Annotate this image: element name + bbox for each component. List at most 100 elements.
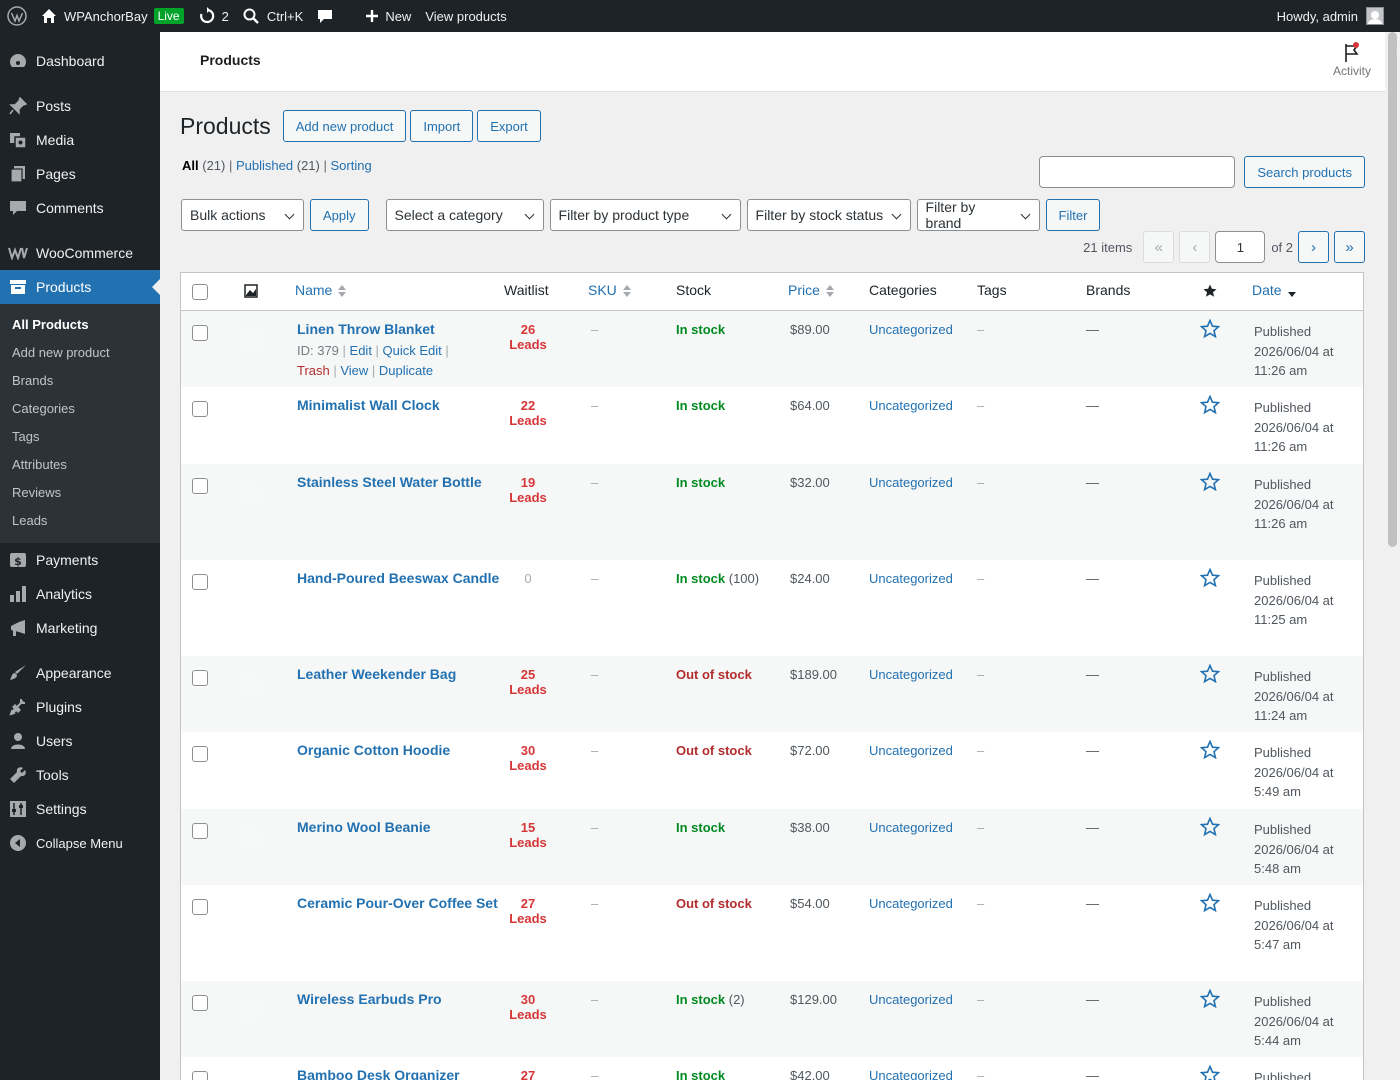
column-name[interactable]: Name — [295, 282, 347, 298]
add-new-product-button[interactable]: Add new product — [282, 110, 407, 142]
wordpress-logo-icon[interactable] — [0, 0, 34, 32]
stock-status-select[interactable]: Filter by stock status — [746, 199, 911, 231]
edit-link[interactable]: Edit — [350, 343, 372, 358]
column-price[interactable]: Price — [788, 282, 834, 298]
last-page-button[interactable]: » — [1334, 231, 1365, 263]
bulk-actions-select[interactable]: Bulk actions — [181, 199, 304, 231]
submenu-brands[interactable]: Brands — [0, 367, 160, 395]
product-name-link[interactable]: Wireless Earbuds Pro — [297, 991, 442, 1007]
scrollbar-thumb[interactable] — [1388, 32, 1400, 547]
submenu-add-new-product[interactable]: Add new product — [0, 339, 160, 367]
waitlist-count[interactable]: 15 Leads — [501, 820, 555, 850]
waitlist-count[interactable]: 26 Leads — [501, 322, 555, 352]
menu-media[interactable]: Media — [0, 123, 160, 157]
category-link[interactable]: Uncategorized — [869, 398, 953, 413]
category-select[interactable]: Select a category — [385, 199, 544, 231]
waitlist-count[interactable]: 0 — [501, 571, 555, 586]
row-checkbox[interactable] — [192, 401, 208, 417]
menu-appearance[interactable]: Appearance — [0, 656, 160, 690]
export-button[interactable]: Export — [477, 110, 541, 142]
product-name-link[interactable]: Bamboo Desk Organizer — [297, 1067, 460, 1080]
menu-dashboard[interactable]: Dashboard — [0, 44, 160, 78]
product-name-link[interactable]: Merino Wool Beanie — [297, 819, 431, 835]
menu-tools[interactable]: Tools — [0, 758, 160, 792]
column-date[interactable]: Date — [1252, 282, 1296, 298]
featured-star-icon[interactable] — [1199, 318, 1221, 342]
comments-link[interactable] — [310, 0, 340, 32]
import-button[interactable]: Import — [410, 110, 474, 142]
category-link[interactable]: Uncategorized — [869, 667, 953, 682]
category-link[interactable]: Uncategorized — [869, 820, 953, 835]
submenu-attributes[interactable]: Attributes — [0, 451, 160, 479]
category-link[interactable]: Uncategorized — [869, 743, 953, 758]
featured-star-icon[interactable] — [1199, 663, 1221, 687]
updates-link[interactable]: 2 — [191, 0, 236, 32]
waitlist-count[interactable]: 27 Leads — [501, 896, 555, 926]
waitlist-count[interactable]: 25 Leads — [501, 667, 555, 697]
product-name-link[interactable]: Stainless Steel Water Bottle — [297, 474, 482, 490]
submenu-leads[interactable]: Leads — [0, 507, 160, 535]
product-name-link[interactable]: Leather Weekender Bag — [297, 666, 456, 682]
waitlist-count[interactable]: 30 Leads — [501, 743, 555, 773]
submenu-categories[interactable]: Categories — [0, 395, 160, 423]
featured-star-icon[interactable] — [1199, 816, 1221, 840]
first-page-button[interactable]: « — [1143, 231, 1175, 263]
row-checkbox[interactable] — [192, 325, 208, 341]
activity-button[interactable]: Activity — [1319, 40, 1385, 78]
submenu-reviews[interactable]: Reviews — [0, 479, 160, 507]
select-all-checkbox[interactable] — [192, 284, 208, 300]
apply-button[interactable]: Apply — [310, 199, 369, 231]
category-link[interactable]: Uncategorized — [869, 571, 953, 586]
menu-posts[interactable]: Posts — [0, 89, 160, 123]
submenu-all-products[interactable]: All Products — [0, 311, 160, 339]
category-link[interactable]: Uncategorized — [869, 475, 953, 490]
current-page-input[interactable]: 1 — [1215, 231, 1266, 263]
trash-link[interactable]: Trash — [297, 363, 330, 378]
featured-star-icon[interactable] — [1199, 988, 1221, 1012]
prev-page-button[interactable]: ‹ — [1179, 231, 1211, 263]
row-checkbox[interactable] — [192, 746, 208, 762]
submenu-tags[interactable]: Tags — [0, 423, 160, 451]
menu-users[interactable]: Users — [0, 724, 160, 758]
product-type-select[interactable]: Filter by product type — [549, 199, 741, 231]
menu-payments[interactable]: $ Payments — [0, 543, 160, 577]
waitlist-count[interactable]: 27 Leads — [501, 1068, 555, 1080]
waitlist-count[interactable]: 22 Leads — [501, 398, 555, 428]
category-link[interactable]: Uncategorized — [869, 1068, 953, 1080]
view-products-link[interactable]: View products — [418, 0, 513, 32]
view-all[interactable]: All (21) — [182, 158, 225, 173]
view-link[interactable]: View — [340, 363, 368, 378]
row-checkbox[interactable] — [192, 1071, 208, 1080]
row-checkbox[interactable] — [192, 574, 208, 590]
row-checkbox[interactable] — [192, 823, 208, 839]
view-published[interactable]: Published (21) — [236, 158, 320, 173]
view-sorting[interactable]: Sorting — [330, 158, 371, 173]
quick-edit-link[interactable]: Quick Edit — [383, 343, 442, 358]
featured-star-icon[interactable] — [1199, 394, 1221, 418]
featured-star-icon[interactable] — [1199, 471, 1221, 495]
row-checkbox[interactable] — [192, 995, 208, 1011]
waitlist-count[interactable]: 30 Leads — [501, 992, 555, 1022]
menu-analytics[interactable]: Analytics — [0, 577, 160, 611]
new-content-link[interactable]: New — [358, 0, 418, 32]
search-input[interactable] — [1039, 156, 1236, 188]
menu-woocommerce[interactable]: WooCommerce — [0, 236, 160, 270]
menu-pages[interactable]: Pages — [0, 157, 160, 191]
product-name-link[interactable]: Hand-Poured Beeswax Candle — [297, 570, 499, 586]
menu-comments[interactable]: Comments — [0, 191, 160, 225]
row-checkbox[interactable] — [192, 478, 208, 494]
menu-marketing[interactable]: Marketing — [0, 611, 160, 645]
row-checkbox[interactable] — [192, 670, 208, 686]
filter-button[interactable]: Filter — [1045, 199, 1101, 231]
menu-plugins[interactable]: Plugins — [0, 690, 160, 724]
page-scrollbar[interactable] — [1385, 32, 1400, 1080]
featured-star-icon[interactable] — [1199, 1064, 1221, 1080]
category-link[interactable]: Uncategorized — [869, 322, 953, 337]
menu-products[interactable]: Products — [0, 270, 160, 304]
search-shortcut[interactable]: Ctrl+K — [236, 0, 310, 32]
product-name-link[interactable]: Ceramic Pour-Over Coffee Set — [297, 895, 498, 911]
category-link[interactable]: Uncategorized — [869, 896, 953, 911]
menu-settings[interactable]: Settings — [0, 792, 160, 826]
search-products-button[interactable]: Search products — [1244, 156, 1365, 188]
brand-select[interactable]: Filter by brand — [916, 199, 1040, 231]
